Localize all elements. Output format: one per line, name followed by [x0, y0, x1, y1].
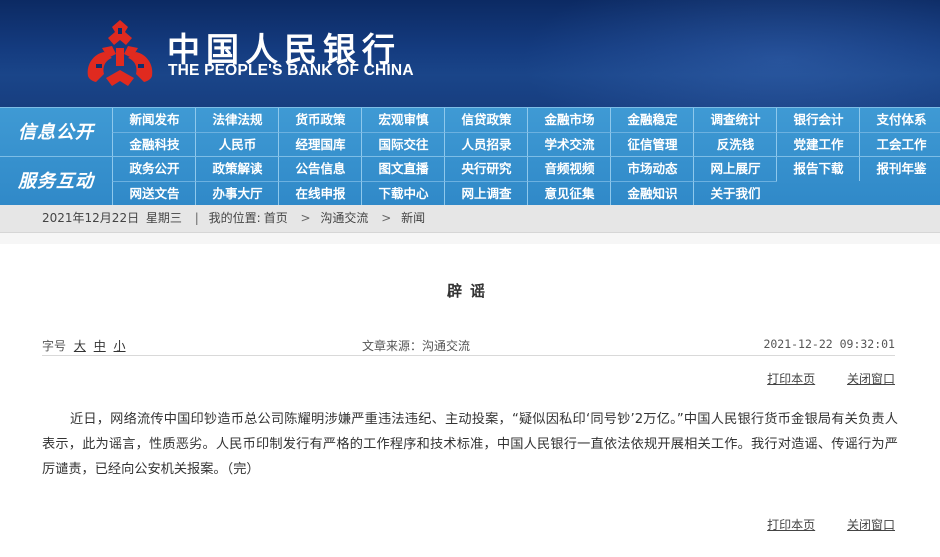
article-source: 文章来源：沟通交流	[362, 339, 471, 353]
article-datetime: 2021-12-22 09:32:01	[763, 337, 895, 351]
nav-item-section1_row1-5[interactable]: 金融市场	[527, 108, 611, 132]
nav-item-section1_row2-9[interactable]: 工会工作	[859, 132, 940, 157]
article-container: 辟谣 字号 大 中 小 文章来源：沟通交流 2021-12-22 09:32:0…	[0, 244, 940, 557]
nav-item-section1_row1-1[interactable]: 法律法规	[195, 108, 279, 132]
nav-item-section1_row2-0[interactable]: 金融科技	[112, 132, 196, 157]
nav-item-section2_row2-3[interactable]: 下载中心	[361, 181, 445, 206]
nav-section-label-service: 服务互动	[18, 171, 94, 192]
nav-section-info: 信息公开 新闻发布 法律法规 货币政策 宏观审慎 信贷政策 金融市场 金融稳定 调查统计 银行会…	[0, 107, 940, 157]
breadcrumb-bar: 2021年12月22日 星期三 | 我的位置: 首页 > 沟通交流 > 新闻	[0, 205, 940, 233]
article-body: 近日，网络流传中国印钞造币总公司陈耀明涉嫌严重违法违纪、主动投案，“疑似因私印‘…	[42, 412, 898, 477]
nav-item-section1_row2-2[interactable]: 经理国库	[278, 132, 362, 157]
close-window-link[interactable]: 关闭窗口	[847, 518, 895, 532]
breadcrumb-divider: |	[194, 211, 199, 225]
font-size-large-link[interactable]: 大	[74, 339, 86, 353]
font-size-controls: 字号 大 中 小	[42, 337, 126, 354]
nav-item-section2_row1-8[interactable]: 报告下载	[776, 157, 860, 181]
nav-item-section2_row2-6[interactable]: 金融知识	[610, 181, 694, 206]
nav-item-section1_row1-9[interactable]: 支付体系	[859, 108, 940, 132]
pboc-emblem-icon[interactable]	[82, 18, 158, 88]
current-weekday: 星期三	[145, 211, 182, 225]
nav-item-section2_row1-0[interactable]: 政务公开	[112, 157, 196, 181]
print-page-link[interactable]: 打印本页	[767, 518, 815, 532]
nav-item-section1_row2-7[interactable]: 反洗钱	[693, 132, 777, 157]
breadcrumb: 2021年12月22日 星期三 | 我的位置: 首页 > 沟通交流 > 新闻	[42, 205, 428, 232]
nav-item-section2_row1-4[interactable]: 央行研究	[444, 157, 528, 181]
nav-item-section2_row2-5[interactable]: 意见征集	[527, 181, 611, 206]
nav-item-section2_row2-4[interactable]: 网上调查	[444, 181, 528, 206]
nav-item-section1_row2-3[interactable]: 国际交往	[361, 132, 445, 157]
nav-item-section1_row1-8[interactable]: 银行会计	[776, 108, 860, 132]
article-title: 辟谣	[446, 282, 493, 300]
nav-item-section2_row1-7[interactable]: 网上展厅	[693, 157, 777, 181]
nav-item-section1_row2-8[interactable]: 党建工作	[776, 132, 860, 157]
breadcrumb-location-label: 我的位置:	[208, 211, 261, 225]
nav-item-section1_row1-4[interactable]: 信贷政策	[444, 108, 528, 132]
article-actions-top: 打印本页 关闭窗口	[739, 370, 895, 387]
nav-item-section1_row1-2[interactable]: 货币政策	[278, 108, 362, 132]
site-header: 中国人民银行 THE PEOPLE'S BANK OF CHINA	[0, 0, 940, 107]
breadcrumb-separator: >	[300, 211, 311, 225]
nav-item-section1_row2-5[interactable]: 学术交流	[527, 132, 611, 157]
site-title-english[interactable]: THE PEOPLE'S BANK OF CHINA	[168, 62, 414, 80]
nav-item-section2_row2-2[interactable]: 在线申报	[278, 181, 362, 206]
nav-item-section1_row1-3[interactable]: 宏观审慎	[361, 108, 445, 132]
article-meta-bar: 字号 大 中 小 文章来源：沟通交流 2021-12-22 09:32:01	[42, 335, 895, 356]
nav-item-section1_row1-7[interactable]: 调查统计	[693, 108, 777, 132]
article-actions-bottom: 打印本页 关闭窗口	[739, 516, 895, 533]
nav-item-section1_row2-4[interactable]: 人员招录	[444, 132, 528, 157]
breadcrumb-news-link[interactable]: 新闻	[401, 211, 425, 225]
header-glow	[520, 0, 940, 107]
nav-item-section2_row1-6[interactable]: 市场动态	[610, 157, 694, 181]
nav-item-section2_row1-1[interactable]: 政策解读	[195, 157, 279, 181]
nav-item-section1_row2-1[interactable]: 人民币	[195, 132, 279, 157]
current-date: 2021年12月22日	[42, 211, 140, 225]
nav-item-section2_row1-2[interactable]: 公告信息	[278, 157, 362, 181]
main-navigation: 信息公开 新闻发布 法律法规 货币政策 宏观审慎 信贷政策 金融市场 金融稳定 调查统计 银行会…	[0, 107, 940, 206]
nav-section-service: 服务互动 政务公开 政策解读 公告信息 图文直播 央行研究 音频视频 市场动态 网上展厅 报告下…	[0, 156, 940, 206]
print-page-link[interactable]: 打印本页	[767, 372, 815, 386]
nav-item-section2_row1-3[interactable]: 图文直播	[361, 157, 445, 181]
breadcrumb-separator: >	[381, 211, 392, 225]
nav-item-section2_row2-1[interactable]: 办事大厅	[195, 181, 279, 206]
nav-item-section2_row1-9[interactable]: 报刊年鉴	[859, 157, 940, 181]
nav-section-label-info: 信息公开	[18, 122, 94, 143]
nav-item-section2_row2-0[interactable]: 网送文告	[112, 181, 196, 206]
nav-item-section1_row1-0[interactable]: 新闻发布	[112, 108, 196, 132]
nav-item-section2_row2-7[interactable]: 关于我们	[693, 181, 777, 206]
font-size-small-link[interactable]: 小	[114, 339, 126, 353]
font-size-medium-link[interactable]: 中	[94, 339, 106, 353]
nav-item-section2_row1-5[interactable]: 音频视频	[527, 157, 611, 181]
close-window-link[interactable]: 关闭窗口	[847, 372, 895, 386]
breadcrumb-communication-link[interactable]: 沟通交流	[320, 211, 368, 225]
nav-item-section1_row2-6[interactable]: 征信管理	[610, 132, 694, 157]
breadcrumb-home-link[interactable]: 首页	[264, 211, 288, 225]
nav-item-section1_row1-6[interactable]: 金融稳定	[610, 108, 694, 132]
font-size-label: 字号	[42, 339, 67, 353]
